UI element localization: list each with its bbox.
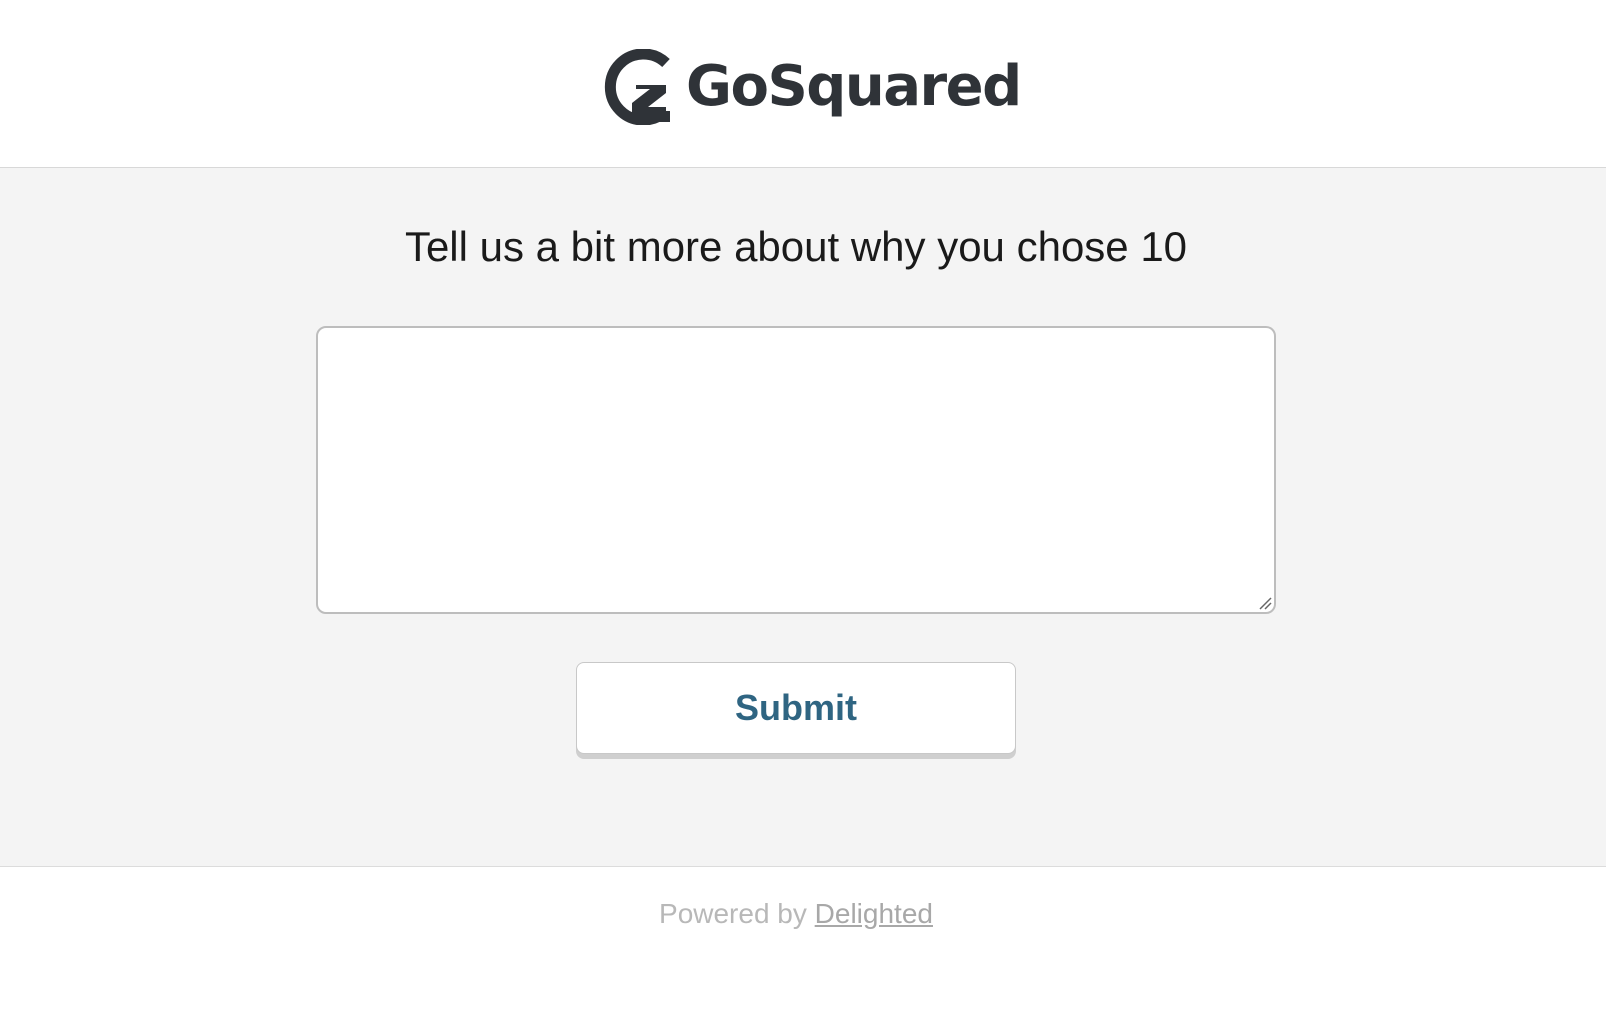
gosquared-logo-icon [604,49,670,125]
header: GoSquared [0,0,1606,168]
resize-handle-icon[interactable] [1258,596,1272,610]
submit-button[interactable]: Submit [576,662,1016,754]
brand-logo: GoSquared [596,48,1022,126]
feedback-textarea[interactable] [316,326,1276,614]
powered-by-label: Powered by [659,898,807,929]
brand-name: GoSquared [686,54,1022,119]
footer: Powered by Delighted [0,867,1606,1010]
survey-panel: Tell us a bit more about why you chose 1… [0,168,1606,867]
powered-by-text: Powered by Delighted [0,897,1592,931]
survey-question: Tell us a bit more about why you chose 1… [404,223,1188,270]
delighted-link[interactable]: Delighted [815,898,933,929]
